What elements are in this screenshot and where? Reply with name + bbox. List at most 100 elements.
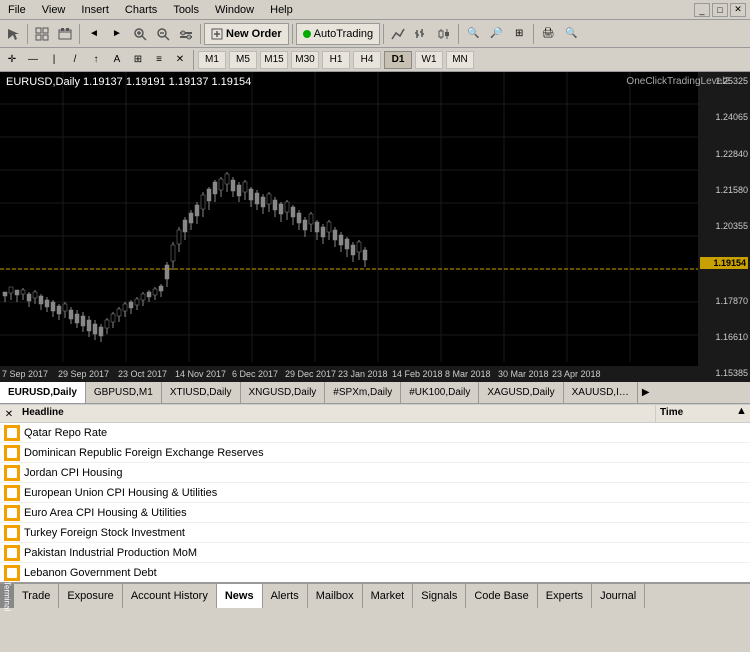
chart-tab-5[interactable]: #UK100,Daily [401,382,479,404]
separator7 [533,24,534,44]
term-tab-signals[interactable]: Signals [413,584,466,608]
date-0: 7 Sep 2017 [2,369,48,379]
news-icon-3 [4,485,20,501]
nav-forward-button[interactable]: ► [106,23,128,45]
properties-button[interactable] [175,23,197,45]
menubar-file[interactable]: File [4,2,30,18]
close-button[interactable]: ✕ [730,3,746,17]
news-row-1[interactable]: Dominican Republic Foreign Exchange Rese… [0,443,750,463]
price-chart-svg[interactable] [0,72,698,362]
term-tab-exposure[interactable]: Exposure [59,584,122,608]
chart-tab-0[interactable]: EURUSD,Daily [0,382,86,404]
term-tab-account-history[interactable]: Account History [123,584,217,608]
term-tab-news[interactable]: News [217,584,263,608]
news-icon-5 [4,525,20,541]
chart-tab-6[interactable]: XAGUSD,Daily [479,382,563,404]
minimize-button[interactable]: _ [694,3,710,17]
news-icon-4 [4,505,20,521]
date-6: 23 Jan 2018 [338,369,388,379]
chart-prices: 1.19137 1.19191 1.19137 1.19154 [83,76,251,88]
chart-tab-more[interactable]: ▶ [638,385,654,400]
chart-new-button[interactable] [31,23,53,45]
delete-button[interactable]: ✕ [170,50,190,70]
autotrading-label: AutoTrading [314,28,374,40]
fit-chart-button[interactable]: ⊞ [508,23,530,45]
zoom-chart-out[interactable]: 🔎 [485,23,507,45]
tf-m5[interactable]: M5 [229,51,257,69]
sep-tf [193,50,194,70]
maximize-button[interactable]: □ [712,3,728,17]
news-icon-1 [4,445,20,461]
term-tab-experts[interactable]: Experts [538,584,592,608]
date-10: 23 Apr 2018 [552,369,601,379]
arrow-up-button[interactable]: ↑ [86,50,106,70]
menubar-charts[interactable]: Charts [121,2,161,18]
tf-m30[interactable]: M30 [291,51,319,69]
tf-m1[interactable]: M1 [198,51,226,69]
chart-tab-3[interactable]: XNGUSD,Daily [241,382,326,404]
news-row-7[interactable]: Lebanon Government Debt [0,563,750,581]
news-icon-0 [4,425,20,441]
trendline-button[interactable]: / [65,50,85,70]
chart-tab-1[interactable]: GBPUSD,M1 [86,382,162,404]
bar-chart-button[interactable] [410,23,432,45]
tf-h1[interactable]: H1 [322,51,350,69]
zoom-out-button[interactable] [152,23,174,45]
nav-back-button[interactable]: ◄ [83,23,105,45]
chart-open-button[interactable] [54,23,76,45]
tf-mn[interactable]: MN [446,51,474,69]
vline-button[interactable]: | [44,50,64,70]
fib-button[interactable]: ≡ [149,50,169,70]
news-row-6[interactable]: Pakistan Industrial Production MoM [0,543,750,563]
chart-tab-4[interactable]: #SPXm,Daily [325,382,401,404]
crosshair-button[interactable]: ✛ [2,50,22,70]
chart-area[interactable]: EURUSD,Daily 1.19137 1.19191 1.19137 1.1… [0,72,750,382]
separator5 [383,24,384,44]
hline-button[interactable]: — [23,50,43,70]
term-tab-alerts[interactable]: Alerts [263,584,308,608]
news-row-0[interactable]: Qatar Repo Rate [0,423,750,443]
candle-chart-button[interactable] [433,23,455,45]
zoom-in-button[interactable] [129,23,151,45]
date-2: 23 Oct 2017 [118,369,167,379]
menubar-help[interactable]: Help [266,2,297,18]
menubar-tools[interactable]: Tools [169,2,203,18]
chart-symbol: EURUSD,Daily [6,76,80,88]
news-row-5[interactable]: Turkey Foreign Stock Investment [0,523,750,543]
news-row-3[interactable]: European Union CPI Housing & Utilities [0,483,750,503]
chart-tab-7[interactable]: XAUUSD,I… [564,382,638,404]
new-order-button[interactable]: New Order [204,23,289,45]
term-tabs-inner: Trade Exposure Account History News Aler… [14,584,645,608]
term-tab-codebase[interactable]: Code Base [466,584,537,608]
arrow-tool-button[interactable] [2,23,24,45]
tf-w1[interactable]: W1 [415,51,443,69]
menubar-view[interactable]: View [38,2,70,18]
term-tab-mailbox[interactable]: Mailbox [308,584,363,608]
line-chart-button[interactable] [387,23,409,45]
chart-header: EURUSD,Daily 1.19137 1.19191 1.19137 1.1… [6,76,251,88]
chart-tab-2[interactable]: XTIUSD,Daily [162,382,241,404]
term-tab-market[interactable]: Market [363,584,414,608]
print-button[interactable]: 🖨 [537,23,559,45]
tf-d1[interactable]: D1 [384,51,412,69]
menubar-window[interactable]: Window [211,2,258,18]
zoom-chart-in[interactable]: 🔍 [462,23,484,45]
autotrading-button[interactable]: AutoTrading [296,23,381,45]
term-tab-journal[interactable]: Journal [592,584,645,608]
search-button[interactable]: 🔍 [560,23,582,45]
news-close-button[interactable]: ✕ [2,407,16,421]
text-button[interactable]: A [107,50,127,70]
date-5: 29 Dec 2017 [285,369,336,379]
tf-m15[interactable]: M15 [260,51,288,69]
more-tools-button[interactable]: ⊞ [128,50,148,70]
news-row-2[interactable]: Jordan CPI Housing [0,463,750,483]
menubar-insert[interactable]: Insert [77,2,113,18]
toolbar1: ◄ ► New Order AutoTrading 🔍 🔎 ⊞ 🖨 🔍 [0,20,750,48]
toolbar2: ✛ — | / ↑ A ⊞ ≡ ✕ M1 M5 M15 M30 H1 H4 D1… [0,48,750,72]
window-controls: _ □ ✕ [694,3,746,17]
news-row-4[interactable]: Euro Area CPI Housing & Utilities [0,503,750,523]
news-icon-6 [4,545,20,561]
term-tab-trade[interactable]: Trade [14,584,59,608]
tf-h4[interactable]: H4 [353,51,381,69]
news-scroll-button[interactable]: ▲ [736,405,750,422]
